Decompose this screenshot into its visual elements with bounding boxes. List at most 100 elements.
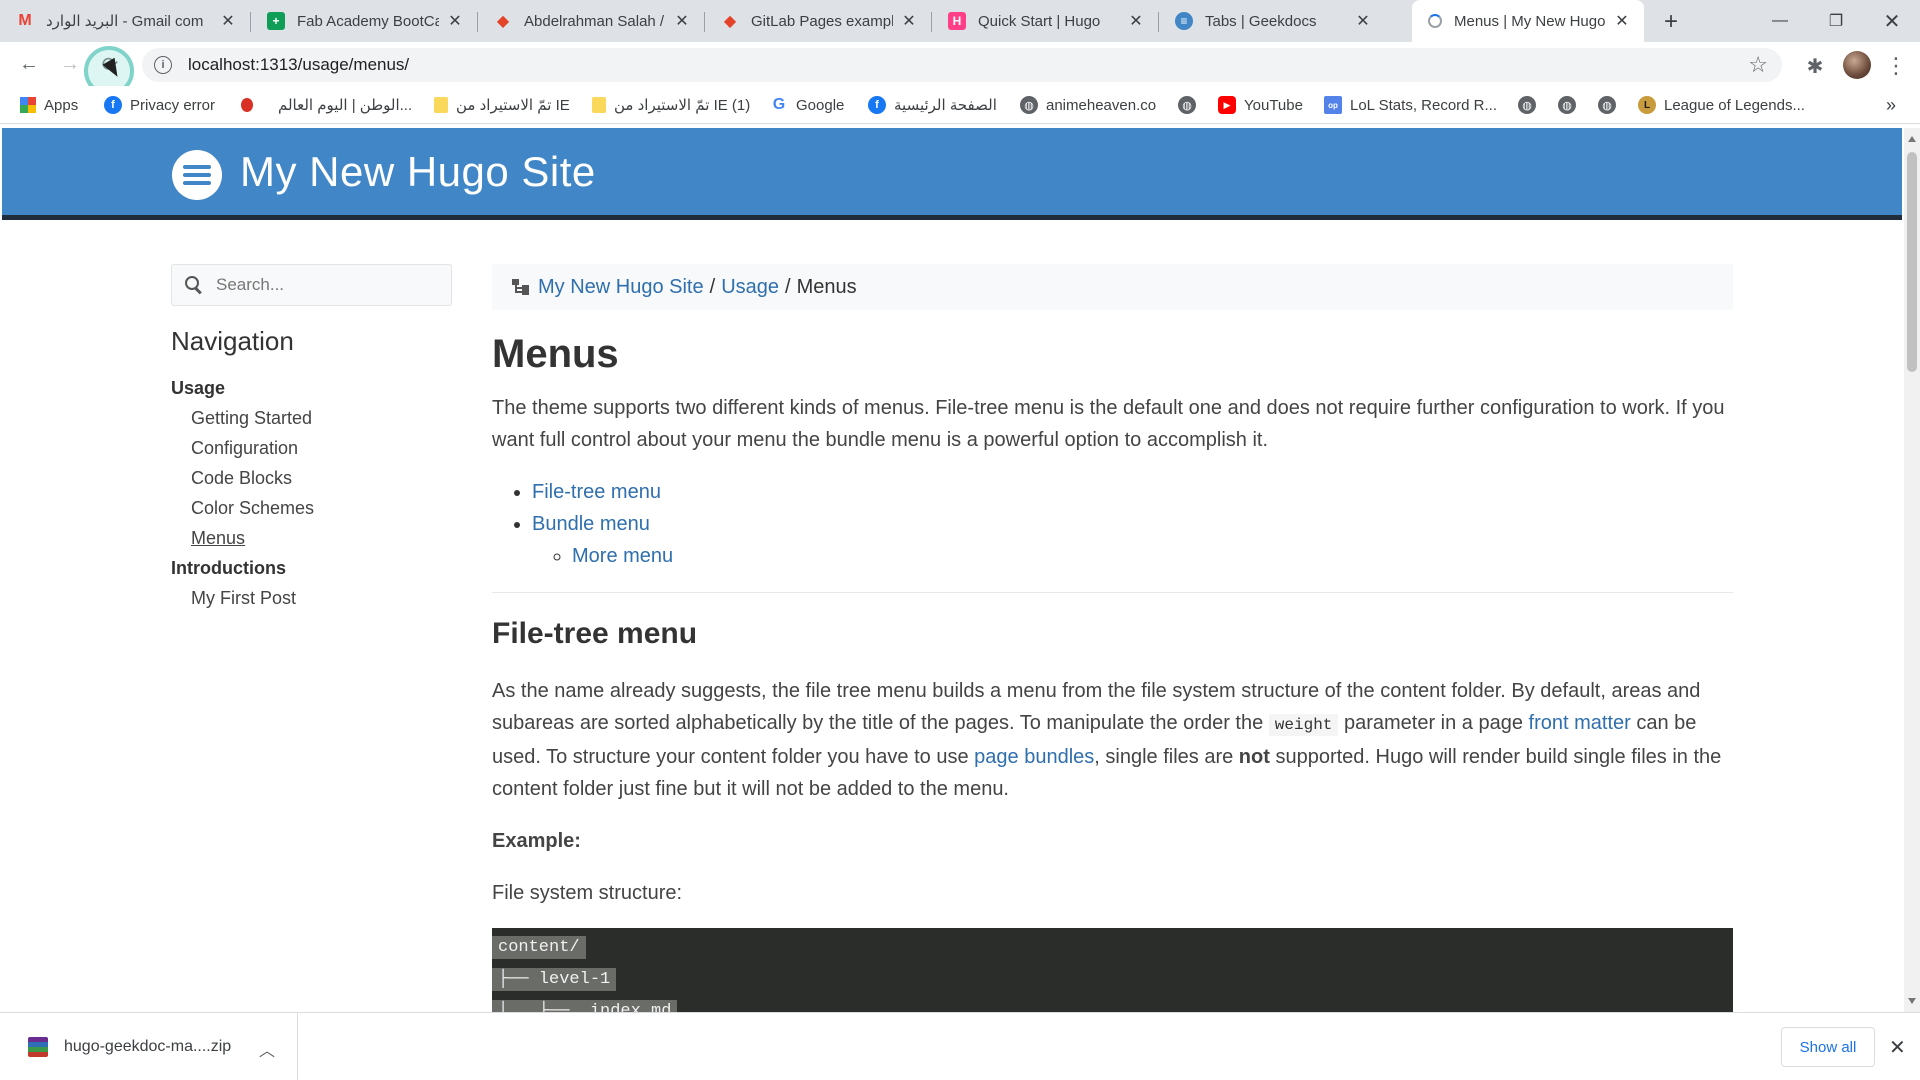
page-scrollbar[interactable] xyxy=(1904,128,1920,1012)
nav-item-configuration[interactable]: Configuration xyxy=(191,438,298,459)
bookmark-fb-home[interactable]: f الصفحة الرئيسية xyxy=(868,86,997,124)
site-info-icon[interactable]: i xyxy=(154,56,172,74)
file-system-label: File system structure: xyxy=(492,882,683,904)
tab-fab-academy[interactable]: + Fab Academy BootCam ✕ xyxy=(251,0,477,42)
address-bar[interactable]: i localhost:1313/usage/menus/ ☆ xyxy=(142,48,1782,82)
back-button[interactable]: ← xyxy=(13,48,45,80)
new-tab-button[interactable]: + xyxy=(1658,8,1684,35)
tab-title: Quick Start | Hugo xyxy=(978,12,1101,30)
close-tab-icon[interactable]: ✕ xyxy=(672,11,692,31)
bookmarks-overflow-button[interactable]: » xyxy=(1886,86,1896,124)
close-tab-icon[interactable]: ✕ xyxy=(218,11,238,31)
toc-item: Bundle menu More menu xyxy=(532,508,1733,572)
scroll-down-icon[interactable] xyxy=(1908,998,1916,1004)
bookmark-red[interactable] xyxy=(241,86,261,124)
bookmark-globe[interactable]: ◍ xyxy=(1518,86,1544,124)
forward-button[interactable]: → xyxy=(54,48,86,80)
nav-section-introductions[interactable]: Introductions xyxy=(171,558,286,579)
code-line: ├── level-1 xyxy=(492,964,1733,996)
red-dot-icon xyxy=(241,98,253,112)
section-heading-file-tree: File-tree menu xyxy=(492,617,698,650)
url-text[interactable]: localhost:1313/usage/menus/ xyxy=(188,55,409,75)
globe-icon: ◍ xyxy=(1598,96,1616,114)
text-span: , single files are xyxy=(1094,746,1234,768)
tab-gitlab-user[interactable]: ◆ Abdelrahman Salah / G ✕ xyxy=(478,0,704,42)
close-tab-icon[interactable]: ✕ xyxy=(1126,11,1146,31)
site-title[interactable]: My New Hugo Site xyxy=(240,148,596,196)
bookmark-alwatan[interactable]: الوطن | اليوم العالم... xyxy=(278,86,412,124)
gitlab-icon: ◆ xyxy=(496,13,510,30)
menu-logo-icon[interactable] xyxy=(172,150,222,200)
minimize-button[interactable]: — xyxy=(1752,0,1808,42)
restore-button[interactable]: ❐ xyxy=(1808,0,1864,42)
front-matter-link[interactable]: front matter xyxy=(1529,712,1631,734)
text-span: parameter in a page xyxy=(1343,712,1523,734)
search-input[interactable] xyxy=(216,275,436,295)
breadcrumb-usage-link[interactable]: Usage xyxy=(721,276,779,299)
google-icon: G xyxy=(772,96,786,113)
search-box[interactable] xyxy=(171,264,452,306)
bookmark-animeheaven[interactable]: ◍ animeheaven.co xyxy=(1020,86,1156,124)
bookmark-lol-stats[interactable]: op LoL Stats, Record R... xyxy=(1324,86,1497,124)
tab-gitlab-pages[interactable]: ◆ GitLab Pages examples ✕ xyxy=(705,0,931,42)
bookmark-star-icon[interactable]: ☆ xyxy=(1748,52,1768,78)
zip-archive-icon xyxy=(28,1037,48,1057)
scroll-up-icon[interactable] xyxy=(1908,136,1916,142)
site-header: My New Hugo Site xyxy=(2,128,1902,220)
code-text: ├── level-1 xyxy=(492,968,617,991)
tab-gmail[interactable]: M البريد الوارد - Gmail com ✕ xyxy=(0,0,250,42)
toc-link-bundle[interactable]: Bundle menu xyxy=(532,513,650,535)
example-label: Example: xyxy=(492,830,581,852)
close-icon[interactable]: ✕ xyxy=(1889,1035,1906,1060)
bookmark-google[interactable]: G Google xyxy=(770,86,845,124)
nav-item-color-schemes[interactable]: Color Schemes xyxy=(191,498,314,519)
tab-hugo-quickstart[interactable]: H Quick Start | Hugo ✕ xyxy=(932,0,1158,42)
page-bundles-link[interactable]: page bundles xyxy=(974,746,1094,768)
tab-strip: M البريد الوارد - Gmail com ✕ + Fab Acad… xyxy=(0,0,1920,42)
chevron-up-icon[interactable]: ︿ xyxy=(259,1037,275,1061)
nav-item-my-first-post[interactable]: My First Post xyxy=(191,588,296,609)
breadcrumb-home-link[interactable]: My New Hugo Site xyxy=(538,276,704,299)
code-line: │ ├── _index.md xyxy=(492,996,1733,1012)
code-block: content/ ├── level-1 │ ├── _index.md xyxy=(492,928,1733,1012)
bookmark-ie-folder[interactable]: تمّ الاستيراد من IE xyxy=(434,86,570,124)
bold-text: not xyxy=(1238,746,1270,768)
bookmarks-bar: Apps f Privacy error الوطن | اليوم العال… xyxy=(0,86,1920,124)
bookmark-label: LoL Stats, Record R... xyxy=(1350,96,1498,114)
close-window-button[interactable]: ✕ xyxy=(1864,0,1920,42)
bookmark-youtube[interactable]: ▶ YouTube xyxy=(1218,86,1303,124)
toc-link-file-tree[interactable]: File-tree menu xyxy=(532,481,661,503)
bookmark-privacy-error[interactable]: f Privacy error xyxy=(104,86,215,124)
toc-link-more[interactable]: More menu xyxy=(572,545,673,567)
code-text: │ ├── _index.md xyxy=(492,1000,678,1012)
show-all-button[interactable]: Show all xyxy=(1781,1027,1875,1067)
globe-icon: ◍ xyxy=(1178,96,1196,114)
download-item[interactable]: hugo-geekdoc-ma....zip ︿ xyxy=(0,1013,298,1080)
bookmark-ie-folder-1[interactable]: تمّ الاستيراد من IE (1) xyxy=(592,86,750,124)
tab-menus-active[interactable]: Menus | My New Hugo ✕ xyxy=(1412,0,1644,42)
extensions-icon[interactable]: ✱ xyxy=(1801,52,1829,80)
close-tab-icon[interactable]: ✕ xyxy=(445,11,465,31)
toc-item: More menu xyxy=(572,540,1733,572)
tab-geekdocs[interactable]: ≡ Tabs | Geekdocs ✕ xyxy=(1159,0,1385,42)
nav-item-code-blocks[interactable]: Code Blocks xyxy=(191,468,292,489)
profile-avatar[interactable] xyxy=(1843,51,1871,79)
file-tree-paragraph: As the name already suggests, the file t… xyxy=(492,675,1733,805)
menu-kebab-icon[interactable]: ⋮ xyxy=(1882,52,1910,80)
close-tab-icon[interactable]: ✕ xyxy=(899,11,919,31)
close-tab-icon[interactable]: ✕ xyxy=(1612,11,1632,31)
bookmark-globe[interactable]: ◍ xyxy=(1178,86,1204,124)
bookmark-apps[interactable]: Apps xyxy=(20,86,78,124)
facebook-icon: f xyxy=(868,96,886,114)
close-tab-icon[interactable]: ✕ xyxy=(1353,11,1373,31)
nav-section-usage[interactable]: Usage xyxy=(171,378,225,399)
scrollbar-thumb[interactable] xyxy=(1907,152,1917,372)
bookmark-globe[interactable]: ◍ xyxy=(1598,86,1624,124)
bookmark-league[interactable]: L League of Legends... xyxy=(1638,86,1805,124)
download-filename[interactable]: hugo-geekdoc-ma....zip xyxy=(64,1038,231,1056)
bookmark-globe[interactable]: ◍ xyxy=(1558,86,1584,124)
nav-item-menus[interactable]: Menus xyxy=(191,528,245,549)
breadcrumb-current: Menus xyxy=(796,275,857,298)
nav-item-getting-started[interactable]: Getting Started xyxy=(191,408,312,429)
globe-icon: ◍ xyxy=(1558,96,1576,114)
